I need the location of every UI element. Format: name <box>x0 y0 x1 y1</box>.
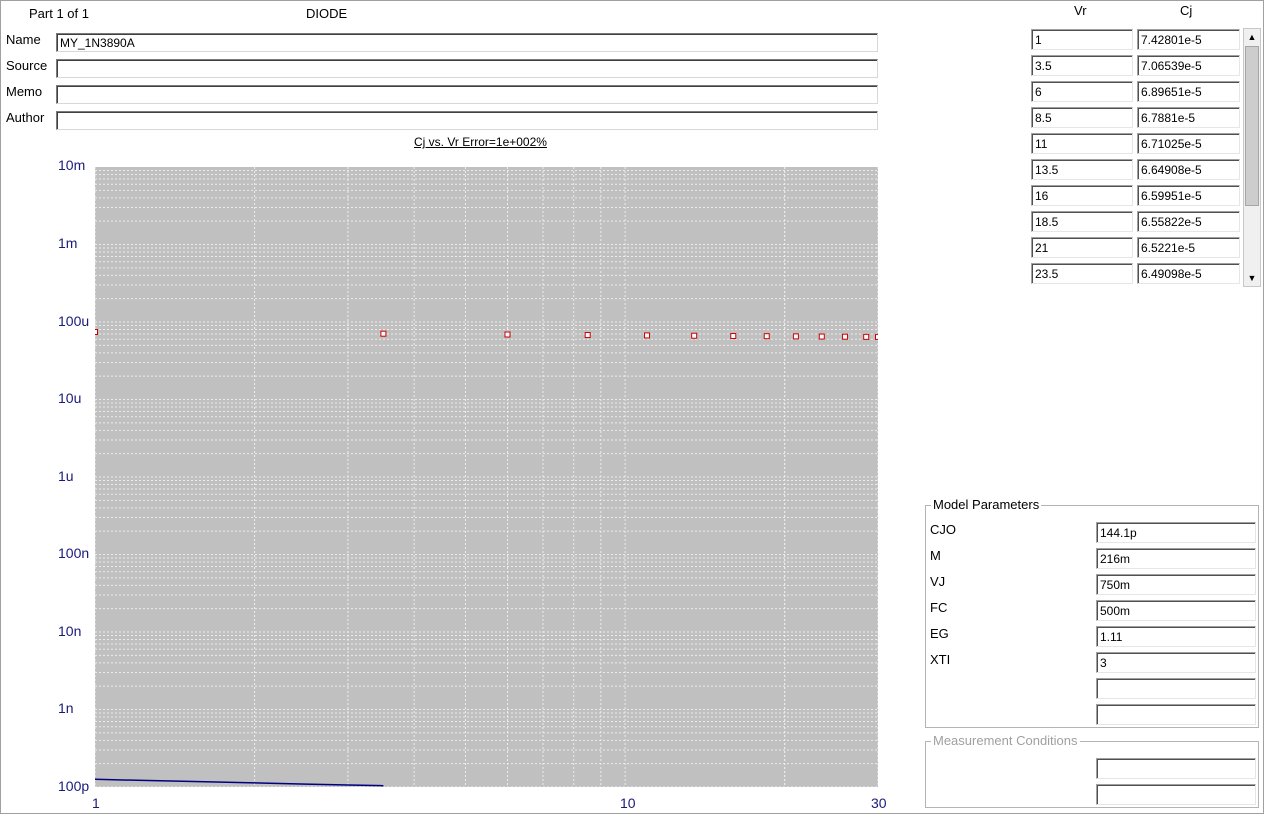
vr-cell[interactable]: 3.5 <box>1031 55 1133 76</box>
table-scrollbar[interactable]: ▲ ▼ <box>1243 28 1261 287</box>
param-label: XTI <box>930 652 951 667</box>
cj-cell[interactable]: 6.49098e-5 <box>1137 263 1240 284</box>
measured-data-point <box>875 333 878 340</box>
measured-data-point <box>863 333 870 340</box>
cj-cell[interactable]: 7.42801e-5 <box>1137 29 1240 50</box>
y-tick-label: 10n <box>58 623 82 639</box>
memo-label: Memo <box>6 84 43 99</box>
param-value-field[interactable] <box>1096 704 1256 725</box>
vr-cell[interactable]: 23.5 <box>1031 263 1133 284</box>
vr-cell[interactable]: 16 <box>1031 185 1133 206</box>
y-tick-label: 10m <box>58 157 86 173</box>
name-field[interactable]: MY_1N3890A <box>56 33 878 52</box>
measured-data-point <box>691 332 698 339</box>
measured-data-point <box>584 332 591 339</box>
x-tick-label: 10 <box>620 795 636 811</box>
measured-data-point <box>380 330 387 337</box>
measured-data-point <box>792 333 799 340</box>
y-tick-label: 10u <box>58 390 82 406</box>
cj-cell[interactable]: 7.06539e-5 <box>1137 55 1240 76</box>
measured-data-point <box>95 329 98 336</box>
x-tick-label: 30 <box>871 795 887 811</box>
source-field[interactable] <box>56 59 878 78</box>
y-tick-label: 100n <box>58 545 90 561</box>
param-value-field[interactable]: 216m <box>1096 548 1256 569</box>
param-value-field[interactable]: 1.11 <box>1096 626 1256 647</box>
y-tick-label: 1u <box>58 468 74 484</box>
y-tick-label: 1n <box>58 700 74 716</box>
measured-data-point <box>818 333 825 340</box>
y-tick-label: 1m <box>58 235 78 251</box>
param-value-field[interactable]: 500m <box>1096 600 1256 621</box>
column-header-vr: Vr <box>1074 3 1087 18</box>
vr-cell[interactable]: 13.5 <box>1031 159 1133 180</box>
y-tick-label: 100u <box>58 313 90 329</box>
column-header-cj: Cj <box>1180 3 1193 18</box>
cj-vs-vr-plot <box>95 167 878 787</box>
scroll-down-arrow-icon[interactable]: ▼ <box>1244 270 1260 286</box>
param-label: EG <box>930 626 949 641</box>
measured-data-point <box>504 331 511 338</box>
cj-cell[interactable]: 6.5221e-5 <box>1137 237 1240 258</box>
chart-title: Cj vs. Vr Error=1e+002% <box>414 135 547 149</box>
author-field[interactable] <box>56 111 878 130</box>
cj-cell[interactable]: 6.64908e-5 <box>1137 159 1240 180</box>
measurement-field[interactable] <box>1096 784 1256 805</box>
x-tick-label: 1 <box>92 795 100 811</box>
memo-field[interactable] <box>56 85 878 104</box>
param-label: CJO <box>930 522 956 537</box>
measured-data-point <box>730 332 737 339</box>
source-label: Source <box>6 58 48 73</box>
vr-cell[interactable]: 21 <box>1031 237 1133 258</box>
param-value-field[interactable]: 144.1p <box>1096 522 1256 543</box>
vr-cell[interactable]: 11 <box>1031 133 1133 154</box>
measurement-field[interactable] <box>1096 758 1256 779</box>
vr-cell[interactable]: 18.5 <box>1031 211 1133 232</box>
measured-data-point <box>842 333 849 340</box>
cj-cell[interactable]: 6.71025e-5 <box>1137 133 1240 154</box>
cj-cell[interactable]: 6.7881e-5 <box>1137 107 1240 128</box>
cj-cell[interactable]: 6.55822e-5 <box>1137 211 1240 232</box>
vr-cell[interactable]: 6 <box>1031 81 1133 102</box>
scrollbar-thumb[interactable] <box>1245 46 1259 206</box>
author-label: Author <box>6 110 45 125</box>
param-value-field[interactable]: 3 <box>1096 652 1256 673</box>
measurement-conditions-title: Measurement Conditions <box>931 733 1080 748</box>
measured-data-point <box>763 333 770 340</box>
cj-cell[interactable]: 6.59951e-5 <box>1137 185 1240 206</box>
param-value-field[interactable]: 750m <box>1096 574 1256 595</box>
param-label: M <box>930 548 941 563</box>
name-label: Name <box>6 32 41 47</box>
scroll-up-arrow-icon[interactable]: ▲ <box>1244 29 1260 45</box>
cj-cell[interactable]: 6.89651e-5 <box>1137 81 1240 102</box>
part-label: Part 1 of 1 <box>29 6 89 21</box>
model-parameters-title: Model Parameters <box>931 497 1042 512</box>
y-tick-label: 100p <box>58 778 90 794</box>
measured-data-point <box>644 332 651 339</box>
vr-cell[interactable]: 8.5 <box>1031 107 1133 128</box>
vr-cell[interactable]: 1 <box>1031 29 1133 50</box>
param-value-field[interactable] <box>1096 678 1256 699</box>
param-label: FC <box>930 600 948 615</box>
device-type-label: DIODE <box>306 6 348 21</box>
param-label: VJ <box>930 574 946 589</box>
